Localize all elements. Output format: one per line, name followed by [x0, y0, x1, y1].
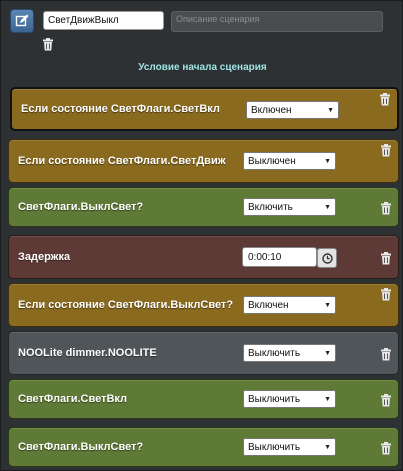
state-select[interactable]: Включен ▼: [243, 296, 336, 314]
caret-down-icon: ▼: [324, 301, 331, 309]
clock-icon: [321, 252, 333, 264]
select-value: Выключить: [248, 441, 301, 453]
select-value: Выключить: [248, 393, 301, 405]
trash-icon: [381, 441, 391, 454]
block-label: СветФлаги.ВыклСвет?: [18, 201, 144, 213]
delete-block-button[interactable]: [380, 288, 392, 301]
trash-icon: [381, 144, 391, 157]
delete-block-button[interactable]: [379, 93, 391, 106]
delete-scenario-button[interactable]: [42, 38, 54, 51]
block-label: NOOLite dimmer.NOOLITE: [18, 347, 157, 359]
scenario-description-input[interactable]: [171, 11, 383, 32]
scenario-block-condition[interactable]: Если состояние СветФлаги.СветДвиж Выключе…: [8, 139, 399, 183]
time-picker-button[interactable]: [317, 248, 337, 268]
scenario-block-action[interactable]: СветФлаги.ВыклСвет? Включить ▼: [8, 187, 399, 227]
caret-down-icon: ▼: [324, 443, 331, 451]
caret-down-icon: ▼: [324, 157, 331, 165]
scenario-header: Условие начала сценария: [1, 1, 403, 85]
pencil-edit-icon: [15, 14, 29, 27]
trash-icon: [380, 93, 390, 106]
block-label: Если состояние СветФлаги.ВыклСвет?: [18, 299, 234, 311]
trash-icon: [381, 201, 391, 214]
state-select[interactable]: Выключен ▼: [243, 152, 336, 170]
select-value: Включен: [251, 104, 292, 116]
caret-down-icon: ▼: [324, 203, 331, 211]
section-title: Условие начала сценария: [138, 62, 267, 73]
select-value: Выключен: [248, 155, 296, 167]
edit-button[interactable]: [10, 9, 34, 33]
select-value: Включен: [248, 299, 289, 311]
scenario-block-condition[interactable]: Если состояние СветФлаги.СветВкл Включен ▼: [10, 87, 399, 131]
scenario-block-delay[interactable]: Задержка 0:00:10: [8, 235, 399, 279]
trash-icon: [381, 393, 391, 406]
caret-down-icon: ▼: [327, 106, 334, 114]
block-label: СветФлаги.СветВкл: [18, 393, 128, 405]
delete-block-button[interactable]: [380, 393, 392, 407]
delay-time-input[interactable]: 0:00:10: [242, 247, 317, 267]
delete-block-button[interactable]: [380, 144, 392, 157]
scenario-block-action[interactable]: СветФлаги.ВыклСвет? Выключить ▼: [8, 427, 399, 467]
delete-block-button[interactable]: [380, 201, 392, 215]
caret-down-icon: ▼: [324, 349, 331, 357]
caret-down-icon: ▼: [324, 395, 331, 403]
action-select[interactable]: Выключить ▼: [243, 438, 336, 456]
block-label: СветФлаги.ВыклСвет?: [18, 441, 144, 453]
trash-icon: [381, 347, 391, 360]
scenario-block-device[interactable]: NOOLite dimmer.NOOLITE Выключить ▼: [8, 331, 399, 375]
select-value: Включить: [248, 201, 293, 213]
delete-block-button[interactable]: [380, 441, 392, 455]
block-label: Если состояние СветФлаги.СветДвиж: [18, 155, 226, 167]
scenario-block-condition[interactable]: Если состояние СветФлаги.ВыклСвет? Включе…: [8, 283, 399, 327]
scenario-name-input[interactable]: [43, 11, 164, 30]
action-select[interactable]: Включить ▼: [243, 198, 336, 216]
action-select[interactable]: Выключить ▼: [243, 390, 336, 408]
delete-block-button[interactable]: [380, 347, 392, 361]
state-select[interactable]: Включен ▼: [246, 101, 339, 119]
select-value: Выключить: [248, 347, 301, 359]
block-label: Если состояние СветФлаги.СветВкл: [21, 103, 220, 115]
scenario-editor: Условие начала сценария Если состояние С…: [0, 0, 403, 471]
action-select[interactable]: Выключить ▼: [243, 344, 336, 362]
delete-block-button[interactable]: [380, 251, 392, 265]
trash-icon: [43, 38, 53, 51]
trash-icon: [381, 251, 391, 264]
scenario-block-action[interactable]: СветФлаги.СветВкл Выключить ▼: [8, 379, 399, 419]
block-label: Задержка: [18, 251, 71, 263]
trash-icon: [381, 288, 391, 301]
